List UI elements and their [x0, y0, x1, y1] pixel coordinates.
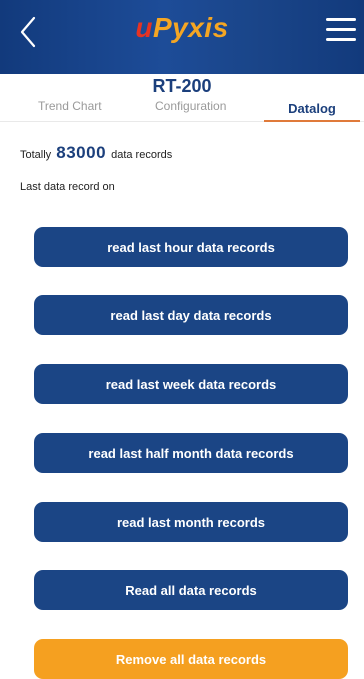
app-logo: uPyxis	[0, 12, 364, 44]
logo-text: Pyxis	[152, 12, 229, 43]
hamburger-menu-icon	[326, 18, 356, 41]
device-title: RT-200	[152, 76, 212, 96]
read-last-day-button[interactable]: read last day data records	[34, 295, 348, 335]
record-count-prefix: Totally	[20, 149, 52, 161]
tab-datalog[interactable]: Datalog	[264, 101, 360, 116]
read-last-hour-button[interactable]: read last hour data records	[34, 227, 348, 267]
tab-configuration[interactable]: Configuration	[155, 99, 226, 113]
menu-button[interactable]	[326, 18, 356, 42]
read-last-month-button[interactable]: read last month records	[34, 502, 348, 542]
read-last-week-button[interactable]: read last week data records	[34, 364, 348, 404]
record-count-value: 83000	[56, 143, 107, 162]
app-header: uPyxis	[0, 0, 364, 74]
last-record-label: Last data record on	[20, 181, 115, 193]
active-tab-indicator	[264, 120, 360, 122]
read-all-button[interactable]: Read all data records	[34, 570, 348, 610]
logo-u: u	[135, 12, 153, 43]
remove-all-button[interactable]: Remove all data records	[34, 639, 348, 679]
record-count-suffix: data records	[111, 149, 173, 161]
read-last-half-month-button[interactable]: read last half month data records	[34, 433, 348, 473]
tab-trend-chart[interactable]: Trend Chart	[38, 99, 102, 113]
record-count-line: Totally 83000 data records	[20, 143, 172, 163]
